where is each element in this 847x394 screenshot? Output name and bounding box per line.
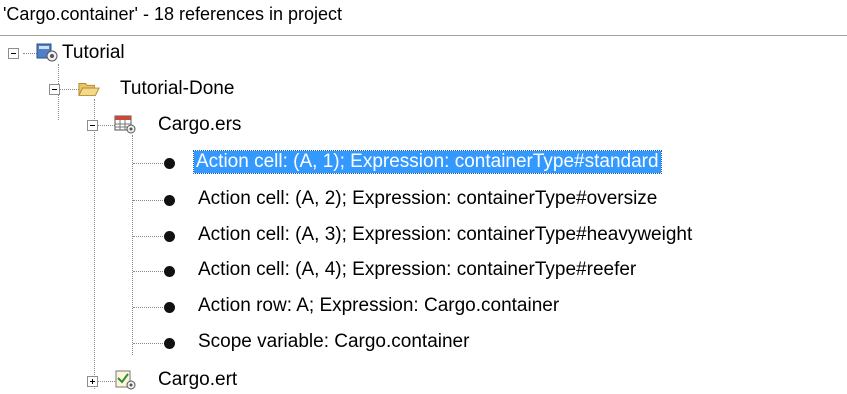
reference-bullet-icon bbox=[164, 302, 175, 313]
tree-node-project[interactable]: Tutorial bbox=[60, 42, 127, 64]
folder-open-icon bbox=[78, 83, 100, 96]
tree-node-reference[interactable]: Scope variable: Cargo.container bbox=[196, 331, 471, 353]
reference-tree: Tutorial Tutorial-Done Cargo.ers Action … bbox=[0, 36, 847, 394]
tree-connector bbox=[133, 307, 163, 308]
expand-toggle[interactable] bbox=[87, 376, 98, 387]
tree-node-reference[interactable]: Action row: A; Expression: Cargo.contain… bbox=[196, 295, 561, 317]
tree-node-folder[interactable]: Tutorial-Done bbox=[118, 78, 236, 100]
project-icon bbox=[36, 43, 58, 62]
reference-bullet-icon bbox=[164, 231, 175, 242]
reference-bullet-icon bbox=[164, 195, 175, 206]
tree-connector bbox=[133, 271, 163, 272]
tree-connector bbox=[133, 163, 163, 164]
tree-node-reference[interactable]: Action cell: (A, 3); Expression: contain… bbox=[196, 224, 694, 246]
ers-file-icon bbox=[114, 115, 136, 134]
tree-connector bbox=[133, 200, 163, 201]
reference-bullet-icon bbox=[164, 158, 175, 169]
tree-node-ers-file[interactable]: Cargo.ers bbox=[156, 114, 243, 136]
reference-bullet-icon bbox=[164, 338, 175, 349]
search-results-header: 'Cargo.container' - 18 references in pro… bbox=[0, 0, 847, 36]
tree-node-reference[interactable]: Action cell: (A, 4); Expression: contain… bbox=[196, 259, 638, 281]
tree-node-ert-file[interactable]: Cargo.ert bbox=[156, 369, 239, 391]
collapse-toggle[interactable] bbox=[8, 48, 19, 59]
tree-guide-line bbox=[132, 135, 133, 355]
collapse-toggle[interactable] bbox=[87, 120, 98, 131]
tree-connector bbox=[95, 125, 115, 126]
tree-connector bbox=[133, 343, 163, 344]
tree-guide-line bbox=[94, 99, 95, 389]
tree-connector bbox=[59, 89, 79, 90]
tree-node-reference[interactable]: Action cell: (A, 2); Expression: contain… bbox=[196, 188, 659, 210]
collapse-toggle[interactable] bbox=[49, 84, 60, 95]
ert-file-icon bbox=[115, 370, 136, 390]
reference-bullet-icon bbox=[164, 266, 175, 277]
tree-connector bbox=[95, 381, 115, 382]
tree-connector bbox=[23, 53, 37, 54]
tree-node-reference[interactable]: Action cell: (A, 1); Expression: contain… bbox=[193, 150, 662, 174]
tree-connector bbox=[133, 236, 163, 237]
